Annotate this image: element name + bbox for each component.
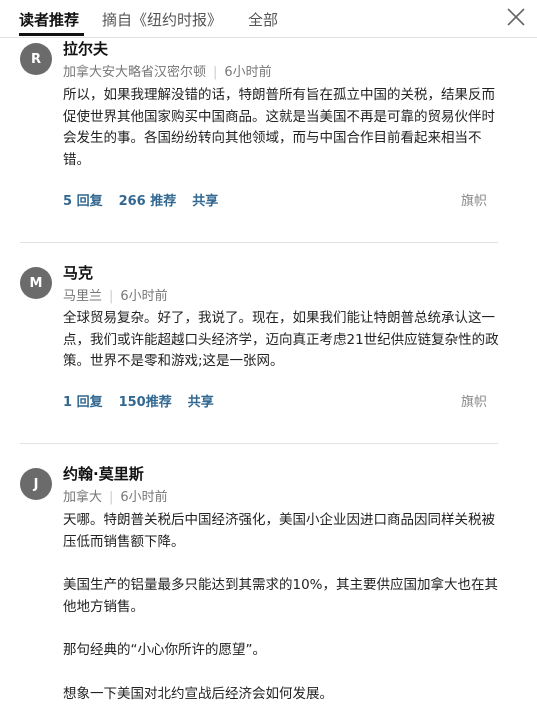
comment-body: 全球贸易复杂。好了，我说了。现在，如果我们能让特朗普总统承认这一点，我们或许能超… bbox=[63, 308, 503, 395]
comment-paragraph: 美国生产的铝量最多只能达到其需求的10%，其主要供应国加拿大也在其他地方销售。 bbox=[63, 577, 499, 615]
comment-divider bbox=[20, 242, 498, 243]
recommend-button[interactable]: 266 推荐 bbox=[119, 194, 177, 209]
comment-body: 所以，如果我理解没错的话，特朗普所有旨在孤立中国的关税，结果反而促使世界其他国家… bbox=[63, 85, 503, 193]
comment-actions: 5 回复 266 推荐 共享 bbox=[63, 190, 234, 209]
meta-separator: | bbox=[213, 65, 218, 80]
flag-button[interactable]: 旗帜 bbox=[461, 391, 487, 410]
meta-separator: | bbox=[109, 490, 114, 505]
share-button[interactable]: 共享 bbox=[192, 194, 218, 209]
comment-paragraph: 所以，如果我理解没错的话，特朗普所有旨在孤立中国的关税，结果反而促使世界其他国家… bbox=[63, 87, 495, 168]
close-icon[interactable] bbox=[505, 6, 527, 28]
commenter-location: 加拿大 bbox=[63, 490, 103, 505]
comment-time: 6小时前 bbox=[120, 490, 168, 505]
share-button[interactable]: 共享 bbox=[188, 395, 214, 410]
replies-button[interactable]: 1 回复 bbox=[63, 395, 103, 410]
comment-paragraph: 那句经典的“小心你所许的愿望”。 bbox=[63, 642, 266, 658]
replies-button[interactable]: 5 回复 bbox=[63, 194, 103, 209]
commenter-name: 马克 bbox=[63, 264, 94, 282]
flag-button[interactable]: 旗帜 bbox=[461, 190, 487, 209]
avatar: J bbox=[20, 468, 52, 500]
comment-meta: 马里兰 | 6小时前 bbox=[63, 285, 168, 304]
tab-all[interactable]: 全部 bbox=[248, 9, 278, 30]
active-tab-indicator bbox=[19, 33, 84, 36]
comment-paragraph: 想象一下美国对北约宣战后经济会如何发展。 bbox=[63, 685, 333, 702]
recommend-button[interactable]: 150推荐 bbox=[119, 395, 172, 410]
commenter-name: 拉尔夫 bbox=[63, 40, 109, 58]
comment-time: 6小时前 bbox=[120, 289, 168, 304]
tab-reader-picks[interactable]: 读者推荐 bbox=[19, 9, 79, 30]
avatar: M bbox=[20, 267, 52, 299]
comment-time: 6小时前 bbox=[224, 65, 272, 80]
comment-paragraph: 天哪。特朗普关税后中国经济强化，美国小企业因进口商品因同样关税被压低而销售额下降… bbox=[63, 512, 495, 550]
comment-paragraph: 全球贸易复杂。好了，我说了。现在，如果我们能让特朗普总统承认这一点，我们或许能超… bbox=[63, 310, 499, 369]
comment-meta: 加拿大 | 6小时前 bbox=[63, 486, 168, 505]
comment-meta: 加拿大安大略省汉密尔顿 | 6小时前 bbox=[63, 61, 272, 80]
tab-nyt-picks[interactable]: 摘自《纽约时报》 bbox=[102, 9, 222, 30]
comment-actions: 1 回复 150推荐 共享 bbox=[63, 391, 230, 410]
meta-separator: | bbox=[109, 289, 114, 304]
commenter-location: 加拿大安大略省汉密尔顿 bbox=[63, 65, 207, 80]
comment-divider bbox=[20, 443, 498, 444]
comment-tabs: 读者推荐 摘自《纽约时报》 全部 bbox=[0, 0, 537, 38]
comment-body: 天哪。特朗普关税后中国经济强化，美国小企业因进口商品因同样关税被压低而销售额下降… bbox=[63, 510, 503, 727]
commenter-name: 约翰·莫里斯 bbox=[63, 465, 144, 483]
commenter-location: 马里兰 bbox=[63, 289, 103, 304]
avatar: R bbox=[20, 43, 52, 75]
